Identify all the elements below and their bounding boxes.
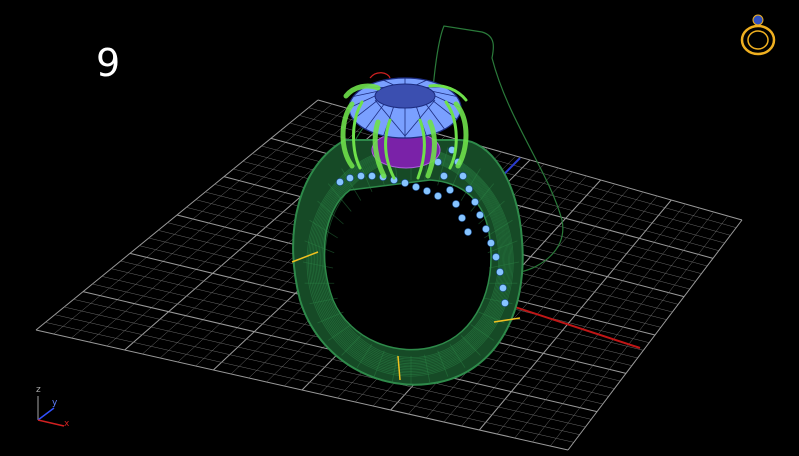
gizmo-y-label: y <box>52 398 58 408</box>
gizmo-x-label: x <box>64 419 70 429</box>
pave-stone <box>346 174 354 182</box>
pave-stone <box>464 228 472 236</box>
pave-stone <box>496 268 504 276</box>
pave-stone <box>423 187 431 195</box>
pave-stone <box>446 186 454 194</box>
pave-stone <box>471 198 479 206</box>
ring-shank[interactable] <box>292 139 524 386</box>
ring-icon[interactable] <box>736 10 780 58</box>
pave-stone <box>501 299 509 307</box>
pave-stone <box>357 172 365 180</box>
pave-stone <box>368 172 376 180</box>
grid-line <box>532 211 714 443</box>
pave-stone <box>434 192 442 200</box>
construction-curve-red <box>369 72 391 79</box>
grid-line <box>496 203 686 435</box>
pave-stone <box>459 172 467 180</box>
pave-stone <box>440 172 448 180</box>
axis-gizmo-icon: z y x <box>30 384 80 434</box>
step-number: 9 <box>96 41 121 85</box>
grid-line <box>514 207 700 439</box>
pave-stone <box>465 185 473 193</box>
3d-viewport[interactable]: 9 z y x <box>0 0 799 456</box>
pave-stone <box>458 214 466 222</box>
pave-stone <box>476 211 484 219</box>
pave-stone <box>412 183 420 191</box>
pave-stone <box>452 200 460 208</box>
gizmo-z-label: z <box>36 385 41 395</box>
pave-stone <box>487 239 495 247</box>
pave-stone <box>401 179 409 187</box>
grid-line <box>550 215 729 447</box>
pave-stone <box>492 253 500 261</box>
pave-stone <box>499 284 507 292</box>
pave-stone <box>336 178 344 186</box>
pave-stone <box>482 225 490 233</box>
